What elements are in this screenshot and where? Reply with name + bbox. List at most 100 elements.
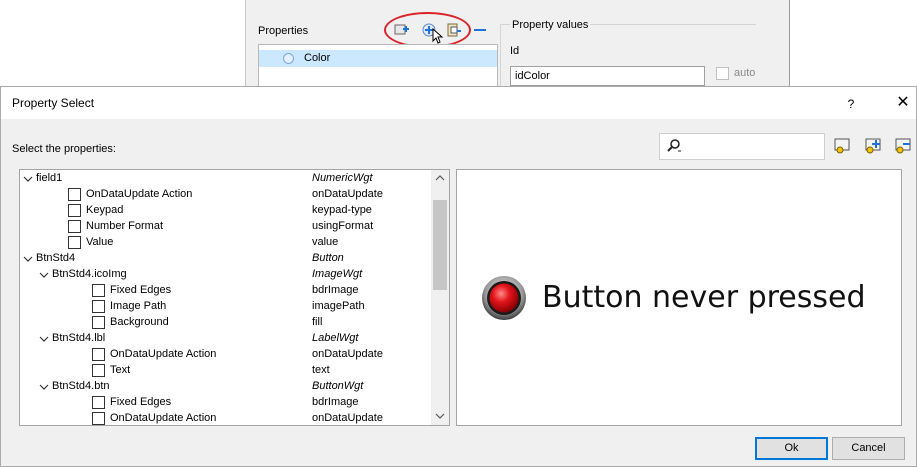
background-properties-window: Properties Color Property values Id idCo… bbox=[245, 0, 790, 94]
tree-group-row[interactable]: field1 NumericWgt bbox=[20, 171, 431, 187]
tree-row-label: OnDataUpdate Action bbox=[86, 188, 193, 200]
tree-group-row[interactable]: BtnStd4 Button bbox=[20, 251, 431, 267]
tree-property-row[interactable]: Fixed Edges bdrImage bbox=[20, 283, 431, 299]
color-circle-icon bbox=[283, 53, 294, 64]
tree-row-type: NumericWgt bbox=[312, 172, 373, 184]
property-tree: field1 NumericWgt OnDataUpdate Action onDat… bbox=[19, 169, 450, 426]
property-select-dialog: Property Select ? ✕ Select the propertie… bbox=[0, 86, 917, 467]
tree-row-property: bdrImage bbox=[312, 396, 359, 408]
property-checkbox[interactable] bbox=[92, 396, 105, 409]
property-checkbox[interactable] bbox=[92, 412, 105, 425]
tree-row-property: onDataUpdate bbox=[312, 348, 383, 360]
chevron-down-icon[interactable] bbox=[22, 171, 34, 187]
tree-row-label: OnDataUpdate Action bbox=[110, 412, 217, 424]
tree-row-label: Fixed Edges bbox=[110, 284, 172, 296]
tree-row-property: imagePath bbox=[312, 300, 365, 312]
tree-property-row[interactable]: Keypad keypad-type bbox=[20, 203, 431, 219]
chevron-down-icon[interactable] bbox=[38, 267, 50, 283]
tree-row-label: Number Format bbox=[86, 220, 164, 232]
deselect-icon[interactable] bbox=[893, 137, 911, 155]
tree-row-type: ButtonWgt bbox=[312, 380, 364, 392]
tree-group-row[interactable]: BtnStd4.lbl LabelWgt bbox=[20, 331, 431, 347]
red-button-icon bbox=[481, 275, 527, 321]
property-checkbox[interactable] bbox=[68, 204, 81, 217]
property-checkbox[interactable] bbox=[92, 348, 105, 361]
help-button[interactable]: ? bbox=[839, 93, 863, 115]
tree-group-row[interactable]: BtnStd4.icoImg ImageWgt bbox=[20, 267, 431, 283]
tree-row-label: Text bbox=[110, 364, 131, 376]
property-checkbox[interactable] bbox=[68, 220, 81, 233]
search-input[interactable] bbox=[659, 133, 825, 160]
tree-row-property: fill bbox=[312, 316, 323, 328]
property-checkbox[interactable] bbox=[68, 188, 81, 201]
tree-row-label: OnDataUpdate Action bbox=[110, 348, 217, 360]
tree-property-row[interactable]: Fixed Edges bdrImage bbox=[20, 395, 431, 411]
vertical-scrollbar[interactable] bbox=[431, 170, 449, 425]
tree-property-row[interactable]: Number Format usingFormat bbox=[20, 219, 431, 235]
dialog-title: Property Select bbox=[12, 96, 95, 110]
cancel-button[interactable]: Cancel bbox=[832, 437, 905, 460]
chevron-down-icon[interactable] bbox=[22, 251, 34, 267]
property-checkbox[interactable] bbox=[92, 284, 105, 297]
tree-row-label: Fixed Edges bbox=[110, 396, 172, 408]
background-property-tree: Color bbox=[258, 44, 498, 88]
auto-label: auto bbox=[734, 67, 756, 79]
properties-label: Properties bbox=[258, 25, 309, 37]
scroll-thumb[interactable] bbox=[433, 200, 447, 290]
tree-row-property: onDataUpdate bbox=[312, 412, 383, 424]
tree-item-label: Color bbox=[304, 52, 331, 64]
scroll-down-icon[interactable] bbox=[431, 408, 449, 424]
scroll-up-icon[interactable] bbox=[431, 170, 449, 186]
tree-property-row[interactable]: OnDataUpdate Action onDataUpdate bbox=[20, 411, 431, 425]
tree-property-row[interactable]: Text text bbox=[20, 363, 431, 379]
select-icon[interactable] bbox=[834, 137, 852, 155]
tree-row-property: text bbox=[312, 364, 330, 376]
tree-row-label: Background bbox=[110, 316, 169, 328]
mouse-cursor-icon bbox=[432, 27, 444, 44]
tree-row-label: BtnStd4.btn bbox=[52, 380, 110, 392]
tree-group-row[interactable]: BtnStd4.btn ButtonWgt bbox=[20, 379, 431, 395]
property-checkbox[interactable] bbox=[92, 316, 105, 329]
tree-property-row[interactable]: Image Path imagePath bbox=[20, 299, 431, 315]
tree-property-row[interactable]: Background fill bbox=[20, 315, 431, 331]
preview-text: Button never pressed bbox=[542, 280, 866, 315]
property-values-label: Property values bbox=[510, 19, 591, 31]
tree-row-property: value bbox=[312, 236, 339, 248]
tree-row-label: Image Path bbox=[110, 300, 167, 312]
chevron-down-icon[interactable] bbox=[38, 331, 50, 347]
property-checkbox[interactable] bbox=[68, 236, 81, 249]
close-button[interactable]: ✕ bbox=[893, 92, 913, 114]
tree-row-label: Keypad bbox=[86, 204, 124, 216]
tree-item-color[interactable]: Color bbox=[259, 50, 497, 67]
tree-row-label: BtnStd4.icoImg bbox=[52, 268, 127, 280]
preview-panel: Button never pressed bbox=[456, 169, 902, 426]
id-label: Id bbox=[510, 45, 520, 57]
tree-row-property: keypad-type bbox=[312, 204, 372, 216]
tree-row-property: onDataUpdate bbox=[312, 188, 383, 200]
tree-property-row[interactable]: Value value bbox=[20, 235, 431, 251]
tree-row-label: field1 bbox=[36, 172, 63, 184]
tree-row-property: bdrImage bbox=[312, 284, 359, 296]
title-bar: Property Select ? ✕ bbox=[1, 87, 916, 119]
tree-row-type: ImageWgt bbox=[312, 268, 363, 280]
highlight-ellipse bbox=[384, 12, 471, 48]
tree-property-row[interactable]: OnDataUpdate Action onDataUpdate bbox=[20, 347, 431, 363]
id-input[interactable]: idColor bbox=[510, 66, 705, 86]
tree-row-property: usingFormat bbox=[312, 220, 374, 232]
select-all-icon[interactable] bbox=[863, 137, 881, 155]
tree-row-label: BtnStd4 bbox=[36, 252, 76, 264]
tree-row-type: Button bbox=[312, 252, 344, 264]
screen: Properties Color Property values Id idCo… bbox=[0, 0, 917, 467]
minus-icon[interactable] bbox=[472, 22, 488, 38]
search-icon bbox=[666, 139, 682, 153]
chevron-down-icon[interactable] bbox=[38, 379, 50, 395]
auto-checkbox[interactable] bbox=[716, 67, 729, 80]
tree-row-type: LabelWgt bbox=[312, 332, 359, 344]
tree-property-row[interactable]: OnDataUpdate Action onDataUpdate bbox=[20, 187, 431, 203]
tree-row-label: BtnStd4.lbl bbox=[52, 332, 106, 344]
tree-row-label: Value bbox=[86, 236, 114, 248]
select-properties-label: Select the properties: bbox=[12, 143, 116, 155]
property-checkbox[interactable] bbox=[92, 364, 105, 377]
property-checkbox[interactable] bbox=[92, 300, 105, 313]
ok-button[interactable]: Ok bbox=[755, 437, 828, 460]
